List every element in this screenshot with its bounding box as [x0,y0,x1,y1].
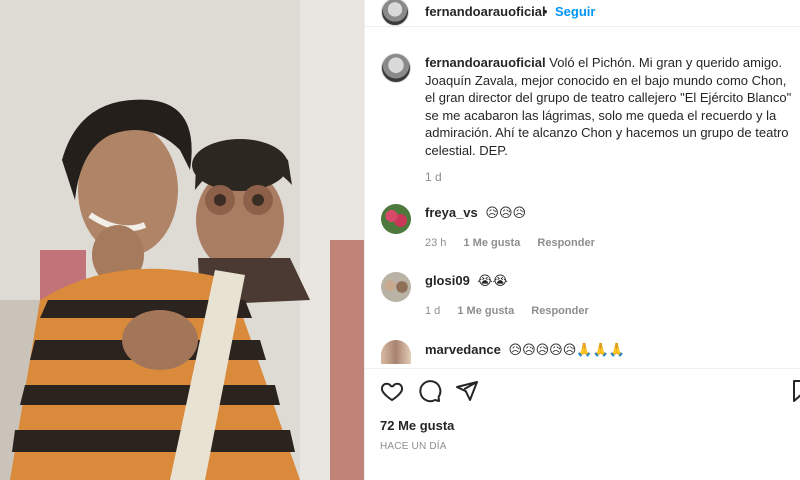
share-icon[interactable] [455,379,479,403]
actions-divider [364,368,800,369]
comment-avatar-glosi[interactable] [381,272,411,302]
caption: fernandoarauoficial Voló el Pichón. Mi g… [425,54,797,160]
comment-3: marvedance 😥😥😥😥😥🙏🙏🙏 [425,342,625,358]
caption-username[interactable]: fernandoarauoficial [425,55,546,70]
comment-text: 😥😥😥😥😥🙏🙏🙏 [508,342,625,357]
comment-username[interactable]: glosi09 [425,273,470,288]
post-timestamp[interactable]: HACE UN DÍA [380,441,447,452]
comment-text: 😭😭 [477,273,508,288]
comment-time[interactable]: 1 d [425,305,440,317]
comment-1-meta: 23 h 1 Me gusta Responder [425,237,595,249]
post-photo[interactable] [0,0,364,480]
comment-avatar-marvedance[interactable] [381,340,411,364]
comment-icon[interactable] [418,379,442,403]
comment-likes[interactable]: 1 Me gusta [463,237,520,249]
caption-time[interactable]: 1 d [425,170,442,184]
follow-button[interactable]: Seguir [555,4,595,19]
bookmark-icon[interactable] [790,379,800,403]
comment-username[interactable]: marvedance [425,342,501,357]
heart-icon[interactable] [380,379,404,403]
reply-button[interactable]: Responder [531,305,588,317]
comment-likes[interactable]: 1 Me gusta [457,305,514,317]
caption-text: Voló el Pichón. Mi gran y querido amigo.… [425,55,792,158]
comment-text: 😥😥😥 [485,205,527,220]
comment-avatar-freya[interactable] [381,204,411,234]
reply-button[interactable]: Responder [537,237,594,249]
caption-avatar[interactable] [381,53,411,83]
vintage-photo-illustration [0,0,364,480]
comment-time[interactable]: 23 h [425,237,446,249]
comment-1: freya_vs 😥😥😥 [425,205,526,221]
comment-username[interactable]: freya_vs [425,205,478,220]
instagram-post: fernandoarauoficial • Seguir fernandoara… [0,0,800,480]
comment-2-meta: 1 d 1 Me gusta Responder [425,305,589,317]
author-username[interactable]: fernandoarauoficial [425,4,546,19]
likes-count[interactable]: 72 Me gusta [380,418,454,433]
comment-2: glosi09 😭😭 [425,273,508,289]
header-separator: • [543,4,548,19]
